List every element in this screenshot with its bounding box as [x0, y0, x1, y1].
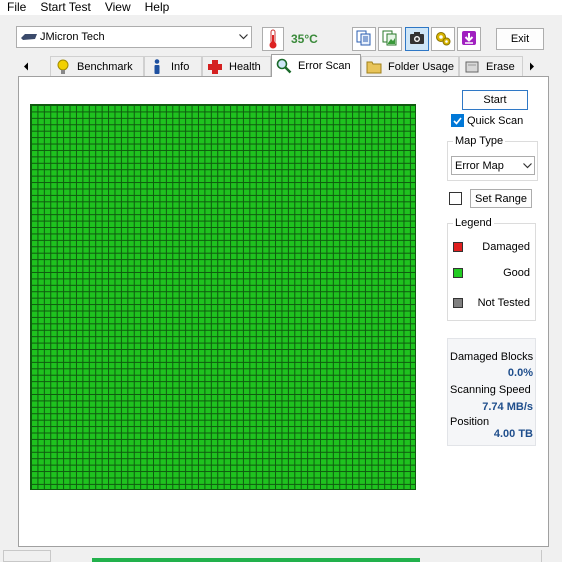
menu-file[interactable]: File: [0, 0, 33, 15]
tab-label: Benchmark: [77, 61, 133, 73]
copy-text-icon: [356, 30, 372, 49]
menu-help[interactable]: Help: [138, 0, 177, 15]
tab-label: Erase: [486, 61, 515, 73]
position-label: Position: [450, 416, 490, 428]
status-panel-right: [541, 550, 559, 562]
legend-item-damaged: Damaged: [448, 240, 536, 254]
legend-title: Legend: [453, 217, 494, 229]
map-type-title: Map Type: [453, 135, 506, 147]
exit-button[interactable]: Exit: [496, 28, 544, 50]
legend-item-good: Good: [448, 266, 536, 280]
tab-label: Health: [229, 61, 261, 73]
position-value: 4.00 TB: [493, 428, 533, 440]
map-type-select[interactable]: Error Map: [451, 156, 535, 175]
chevron-down-icon: [520, 162, 534, 169]
legend-label: Not Tested: [477, 297, 530, 309]
drive-icon: [21, 33, 37, 41]
quick-scan-option[interactable]: Quick Scan: [451, 114, 523, 127]
scanning-speed-value: 7.74 MB/s: [482, 401, 533, 413]
screenshot-button[interactable]: [405, 27, 429, 51]
info-icon: [149, 59, 165, 75]
tab-bar: Benchmark Info Health Error Scan Folder …: [0, 54, 562, 77]
tab-erase[interactable]: Erase: [459, 56, 523, 77]
tab-label: Folder Usage: [388, 61, 455, 73]
tab-label: Error Scan: [298, 60, 351, 72]
scan-stats: Damaged Blocks 0.0% Scanning Speed 7.74 …: [447, 338, 536, 446]
magnifier-icon: [276, 58, 292, 74]
menu-bar: File Start Test View Help: [0, 0, 562, 15]
scanning-speed-label: Scanning Speed: [450, 384, 531, 396]
tab-scroll-right-icon[interactable]: [524, 57, 540, 76]
copy-text-button[interactable]: [352, 27, 376, 51]
drive-select[interactable]: JMicron Tech: [16, 26, 252, 48]
tab-info[interactable]: Info: [144, 56, 202, 77]
quick-scan-checkbox[interactable]: [451, 114, 464, 127]
legend-swatch-good: [453, 268, 463, 278]
status-bar: [0, 550, 562, 562]
tab-health[interactable]: Health: [202, 56, 271, 77]
tab-error-scan[interactable]: Error Scan: [271, 54, 361, 77]
erase-icon: [464, 59, 480, 75]
legend-swatch-damaged: [453, 242, 463, 252]
menu-view[interactable]: View: [98, 0, 138, 15]
legend-item-not-tested: Not Tested: [448, 296, 536, 310]
error-scan-panel: Start Quick Scan Map Type Error Map Set …: [18, 76, 549, 547]
set-range-button[interactable]: Set Range: [470, 189, 532, 208]
save-button[interactable]: [457, 27, 481, 51]
legend-group: Legend Damaged Good Not Tested: [447, 217, 536, 321]
status-panel: [3, 550, 51, 562]
chevron-down-icon: [235, 27, 251, 47]
lightbulb-icon: [55, 59, 71, 75]
error-map-grid: [30, 104, 416, 490]
map-type-group: Map Type Error Map: [447, 135, 538, 181]
quick-scan-label: Quick Scan: [467, 114, 524, 127]
health-cross-icon: [207, 59, 223, 75]
damaged-blocks-label: Damaged Blocks: [450, 351, 534, 363]
tab-scroll-left-icon[interactable]: [18, 57, 34, 76]
camera-icon: [409, 30, 425, 49]
damaged-blocks-value: 0.0%: [507, 367, 533, 379]
start-button[interactable]: Start: [462, 90, 528, 110]
set-range-checkbox[interactable]: [449, 192, 462, 205]
temperature-value: 35°C: [291, 32, 318, 46]
legend-label: Damaged: [482, 241, 530, 253]
gear-icon: [435, 30, 451, 49]
scan-progress-bar: [92, 558, 420, 562]
copy-image-button[interactable]: [378, 27, 402, 51]
download-arrow-icon: [461, 30, 477, 49]
folder-icon: [366, 59, 382, 75]
tab-label: Info: [171, 61, 190, 73]
map-type-value: Error Map: [455, 159, 504, 172]
thermometer-icon: [262, 27, 284, 51]
legend-label: Good: [503, 267, 530, 279]
set-range-option: Set Range: [449, 189, 532, 208]
tab-folder-usage[interactable]: Folder Usage: [361, 56, 459, 77]
drive-name: JMicron Tech: [40, 31, 105, 43]
copy-image-icon: [382, 30, 398, 49]
legend-swatch-not-tested: [453, 298, 463, 308]
tab-benchmark[interactable]: Benchmark: [50, 56, 144, 77]
toolbar: JMicron Tech 35°C Exit: [0, 15, 562, 55]
settings-button[interactable]: [431, 27, 455, 51]
menu-start-test[interactable]: Start Test: [33, 0, 97, 15]
